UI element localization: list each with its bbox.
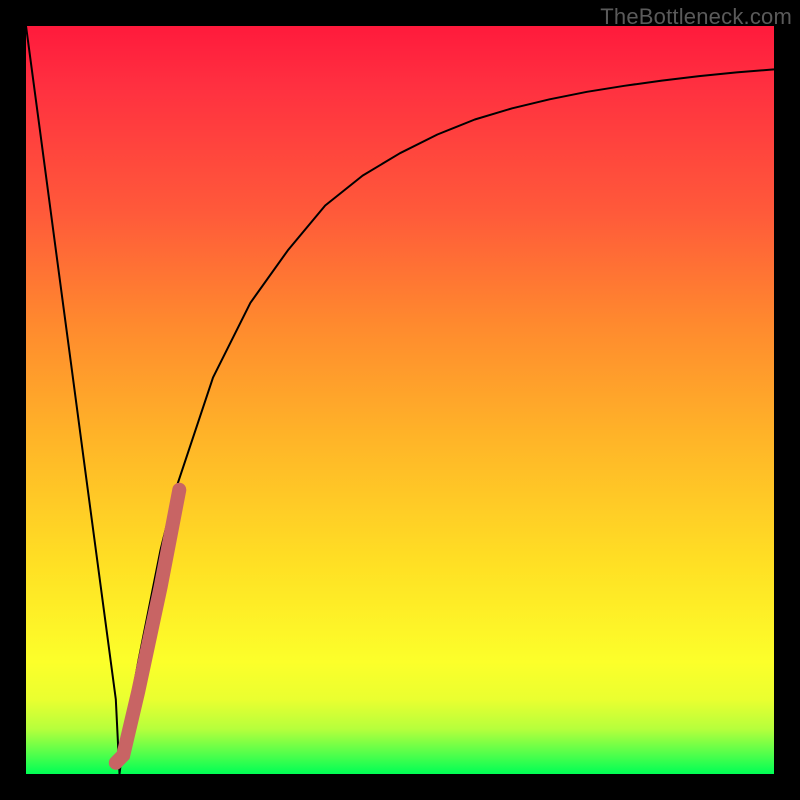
curve-svg <box>26 26 774 774</box>
highlight-segment <box>116 490 180 763</box>
chart-frame: TheBottleneck.com <box>0 0 800 800</box>
plot-area <box>26 26 774 774</box>
